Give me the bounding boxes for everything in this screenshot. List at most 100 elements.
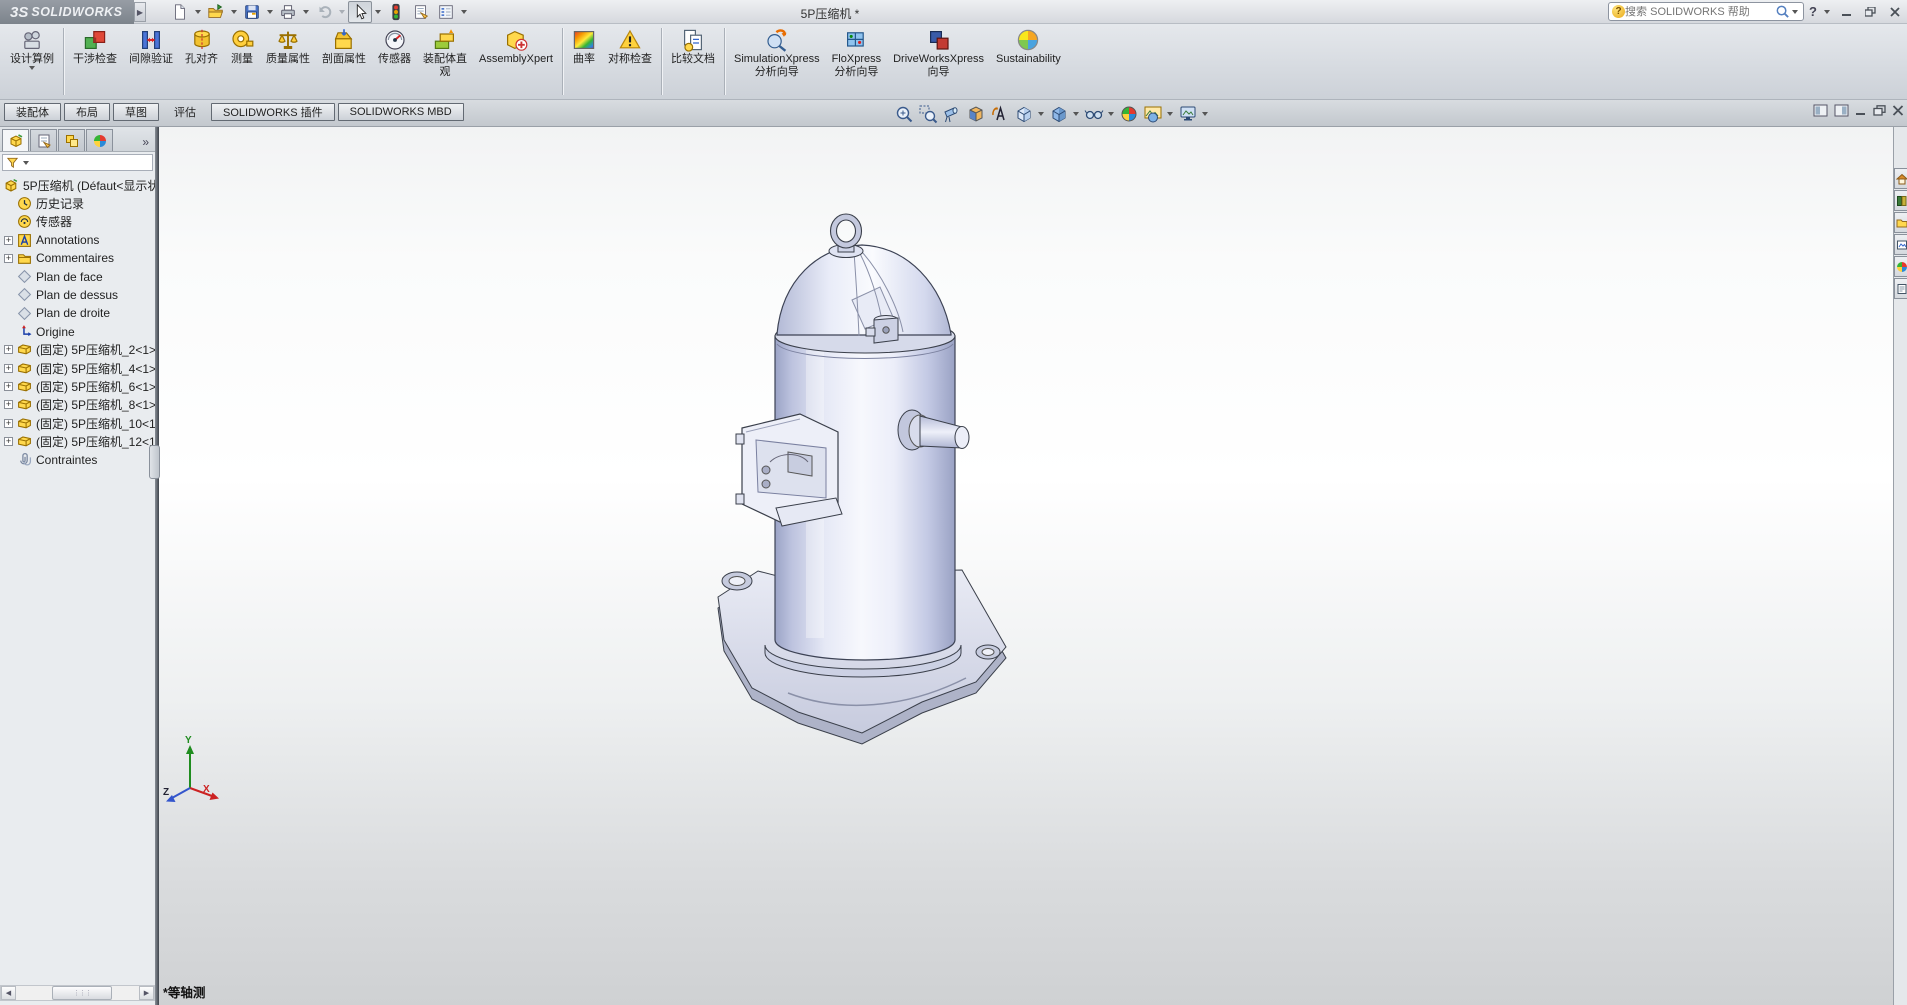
ribbon-interference-detection[interactable]: 干涉检查 <box>67 27 123 67</box>
minimize-document-icon[interactable] <box>1855 105 1867 116</box>
filter-dropdown-icon[interactable] <box>23 161 29 165</box>
help-dropdown-icon[interactable] <box>1824 10 1830 14</box>
tree-item-component[interactable]: (固定) 5P压缩机_6<1> (Dé <box>0 377 155 395</box>
tree-item-plane-right[interactable]: Plan de droite <box>0 304 155 322</box>
search-icon[interactable] <box>1775 4 1790 19</box>
close-button[interactable] <box>1885 3 1904 20</box>
ribbon-symmetry-check[interactable]: 对称检查 <box>602 27 658 67</box>
tree-item-origin[interactable]: Origine <box>0 322 155 340</box>
view-palette-button[interactable] <box>1894 234 1907 255</box>
expand-icon[interactable] <box>4 400 13 409</box>
close-document-icon[interactable] <box>1892 105 1904 116</box>
tree-item-sensors[interactable]: 传感器 <box>0 213 155 231</box>
search-box[interactable]: ? <box>1608 2 1804 21</box>
tree-item-root[interactable]: 5P压缩机 (Défaut<显示状态- <box>0 176 155 194</box>
featuremanager-tab[interactable] <box>2 129 29 151</box>
tree-item-plane-front[interactable]: Plan de face <box>0 267 155 285</box>
search-dropdown-icon[interactable] <box>1792 10 1798 14</box>
expand-icon[interactable] <box>4 437 13 446</box>
ribbon-driveworksxpress[interactable]: DriveWorksXpress 向导 <box>887 27 990 79</box>
tree-item-history[interactable]: 历史记录 <box>0 194 155 212</box>
tab-assembly[interactable]: 装配体 <box>4 103 61 121</box>
expand-icon[interactable] <box>4 419 13 428</box>
ribbon-mass-properties[interactable]: 质量属性 <box>260 27 316 67</box>
tree-horizontal-scrollbar[interactable]: ◀ ▶ <box>0 985 155 1001</box>
scroll-right-arrow-icon[interactable]: ▶ <box>139 986 154 1000</box>
tree-item-component[interactable]: (固定) 5P压缩机_4<1> (Dé <box>0 359 155 377</box>
scrollbar-track[interactable] <box>16 986 139 1000</box>
ribbon-hole-alignment[interactable]: 孔对齐 <box>179 27 224 67</box>
tree-item-plane-top[interactable]: Plan de dessus <box>0 286 155 304</box>
tree-item-component[interactable]: (固定) 5P压缩机_12<1> (D <box>0 432 155 450</box>
displaymanager-tab[interactable] <box>86 129 113 151</box>
ribbon-measure[interactable]: 测量 <box>224 27 260 67</box>
compressor-model[interactable] <box>700 210 1080 770</box>
ribbon-floxpress[interactable]: FloXpress 分析向导 <box>826 27 888 79</box>
collapse-pane-right-icon[interactable] <box>1834 104 1849 117</box>
expand-icon[interactable] <box>4 382 13 391</box>
tree-item-component[interactable]: (固定) 5P压缩机_8<1> (Dé <box>0 396 155 414</box>
previous-view-button[interactable] <box>940 103 963 125</box>
zoom-to-fit-button[interactable] <box>892 103 915 125</box>
scrollbar-thumb[interactable] <box>52 986 112 1000</box>
tab-sketch[interactable]: 草图 <box>113 103 159 121</box>
tab-evaluate[interactable]: 评估 <box>162 103 208 121</box>
ribbon-sustainability[interactable]: Sustainability <box>990 27 1067 67</box>
view-settings-dropdown-icon[interactable] <box>1202 112 1208 116</box>
hide-show-items-button[interactable] <box>1082 103 1105 125</box>
ribbon-clearance-verification[interactable]: 间隙验证 <box>123 27 179 67</box>
ribbon-design-study[interactable]: 设计算例 <box>4 27 60 71</box>
design-study-dropdown-icon[interactable] <box>29 66 35 70</box>
tree-item-component[interactable]: (固定) 5P压缩机_2<1> (Dé <box>0 341 155 359</box>
collapse-pane-left-icon[interactable] <box>1813 104 1828 117</box>
display-style-button[interactable] <box>1047 103 1070 125</box>
design-library-button[interactable] <box>1894 190 1907 211</box>
expand-icon[interactable] <box>4 254 13 263</box>
search-input[interactable] <box>1625 6 1775 18</box>
dynamic-annotation-views-button[interactable] <box>988 103 1011 125</box>
apply-scene-dropdown-icon[interactable] <box>1167 112 1173 116</box>
ribbon-sensors[interactable]: 传感器 <box>372 27 417 67</box>
hide-show-items-dropdown-icon[interactable] <box>1108 112 1114 116</box>
feature-panel-tabs: » <box>0 127 155 152</box>
ribbon-compare-documents[interactable]: 比较文档 <box>665 27 721 67</box>
expand-icon[interactable] <box>4 345 13 354</box>
tree-item-component[interactable]: (固定) 5P压缩机_10<1> (D <box>0 414 155 432</box>
apply-scene-button[interactable] <box>1141 103 1164 125</box>
minimize-button[interactable] <box>1837 3 1856 20</box>
scroll-left-arrow-icon[interactable]: ◀ <box>1 986 16 1000</box>
file-explorer-button[interactable] <box>1894 212 1907 233</box>
ribbon-assemblyxpert[interactable]: AssemblyXpert <box>473 27 559 67</box>
expand-icon[interactable] <box>4 364 13 373</box>
section-view-button[interactable] <box>964 103 987 125</box>
tree-item-mates[interactable]: Contraintes <box>0 450 155 468</box>
propertymanager-tab[interactable] <box>30 129 57 151</box>
tab-solidworks-mbd[interactable]: SOLIDWORKS MBD <box>338 103 464 121</box>
display-style-dropdown-icon[interactable] <box>1073 112 1079 116</box>
solidworks-resources-button[interactable] <box>1894 168 1907 189</box>
panel-splitter-grip[interactable] <box>149 445 160 479</box>
ribbon-section-properties[interactable]: 剖面属性 <box>316 27 372 67</box>
tree-item-comments[interactable]: Commentaires <box>0 249 155 267</box>
custom-properties-button[interactable] <box>1894 278 1907 299</box>
tree-item-annotations[interactable]: Annotations <box>0 231 155 249</box>
expand-icon[interactable] <box>4 236 13 245</box>
graphics-viewport[interactable]: Y X Z *等轴测 <box>159 127 1893 1005</box>
tab-solidworks-addins[interactable]: SOLIDWORKS 插件 <box>211 103 335 121</box>
configurationmanager-tab[interactable] <box>58 129 85 151</box>
restore-button[interactable] <box>1861 3 1880 20</box>
ribbon-assembly-visualization[interactable]: 装配体直观 <box>417 27 473 79</box>
view-orientation-dropdown-icon[interactable] <box>1038 112 1044 116</box>
help-button[interactable]: ? <box>1809 4 1817 19</box>
edit-appearance-button[interactable] <box>1117 103 1140 125</box>
view-orientation-button[interactable] <box>1012 103 1035 125</box>
panel-overflow-chevron[interactable]: » <box>142 135 153 151</box>
view-settings-button[interactable] <box>1176 103 1199 125</box>
ribbon-simulationxpress[interactable]: SimulationXpress 分析向导 <box>728 27 826 79</box>
restore-document-icon[interactable] <box>1873 105 1886 116</box>
ribbon-curvature[interactable]: 曲率 <box>566 27 602 67</box>
tab-layout[interactable]: 布局 <box>64 103 110 121</box>
appearances-scenes-button[interactable] <box>1894 256 1907 277</box>
tree-filter[interactable] <box>2 154 153 171</box>
zoom-to-area-button[interactable] <box>916 103 939 125</box>
